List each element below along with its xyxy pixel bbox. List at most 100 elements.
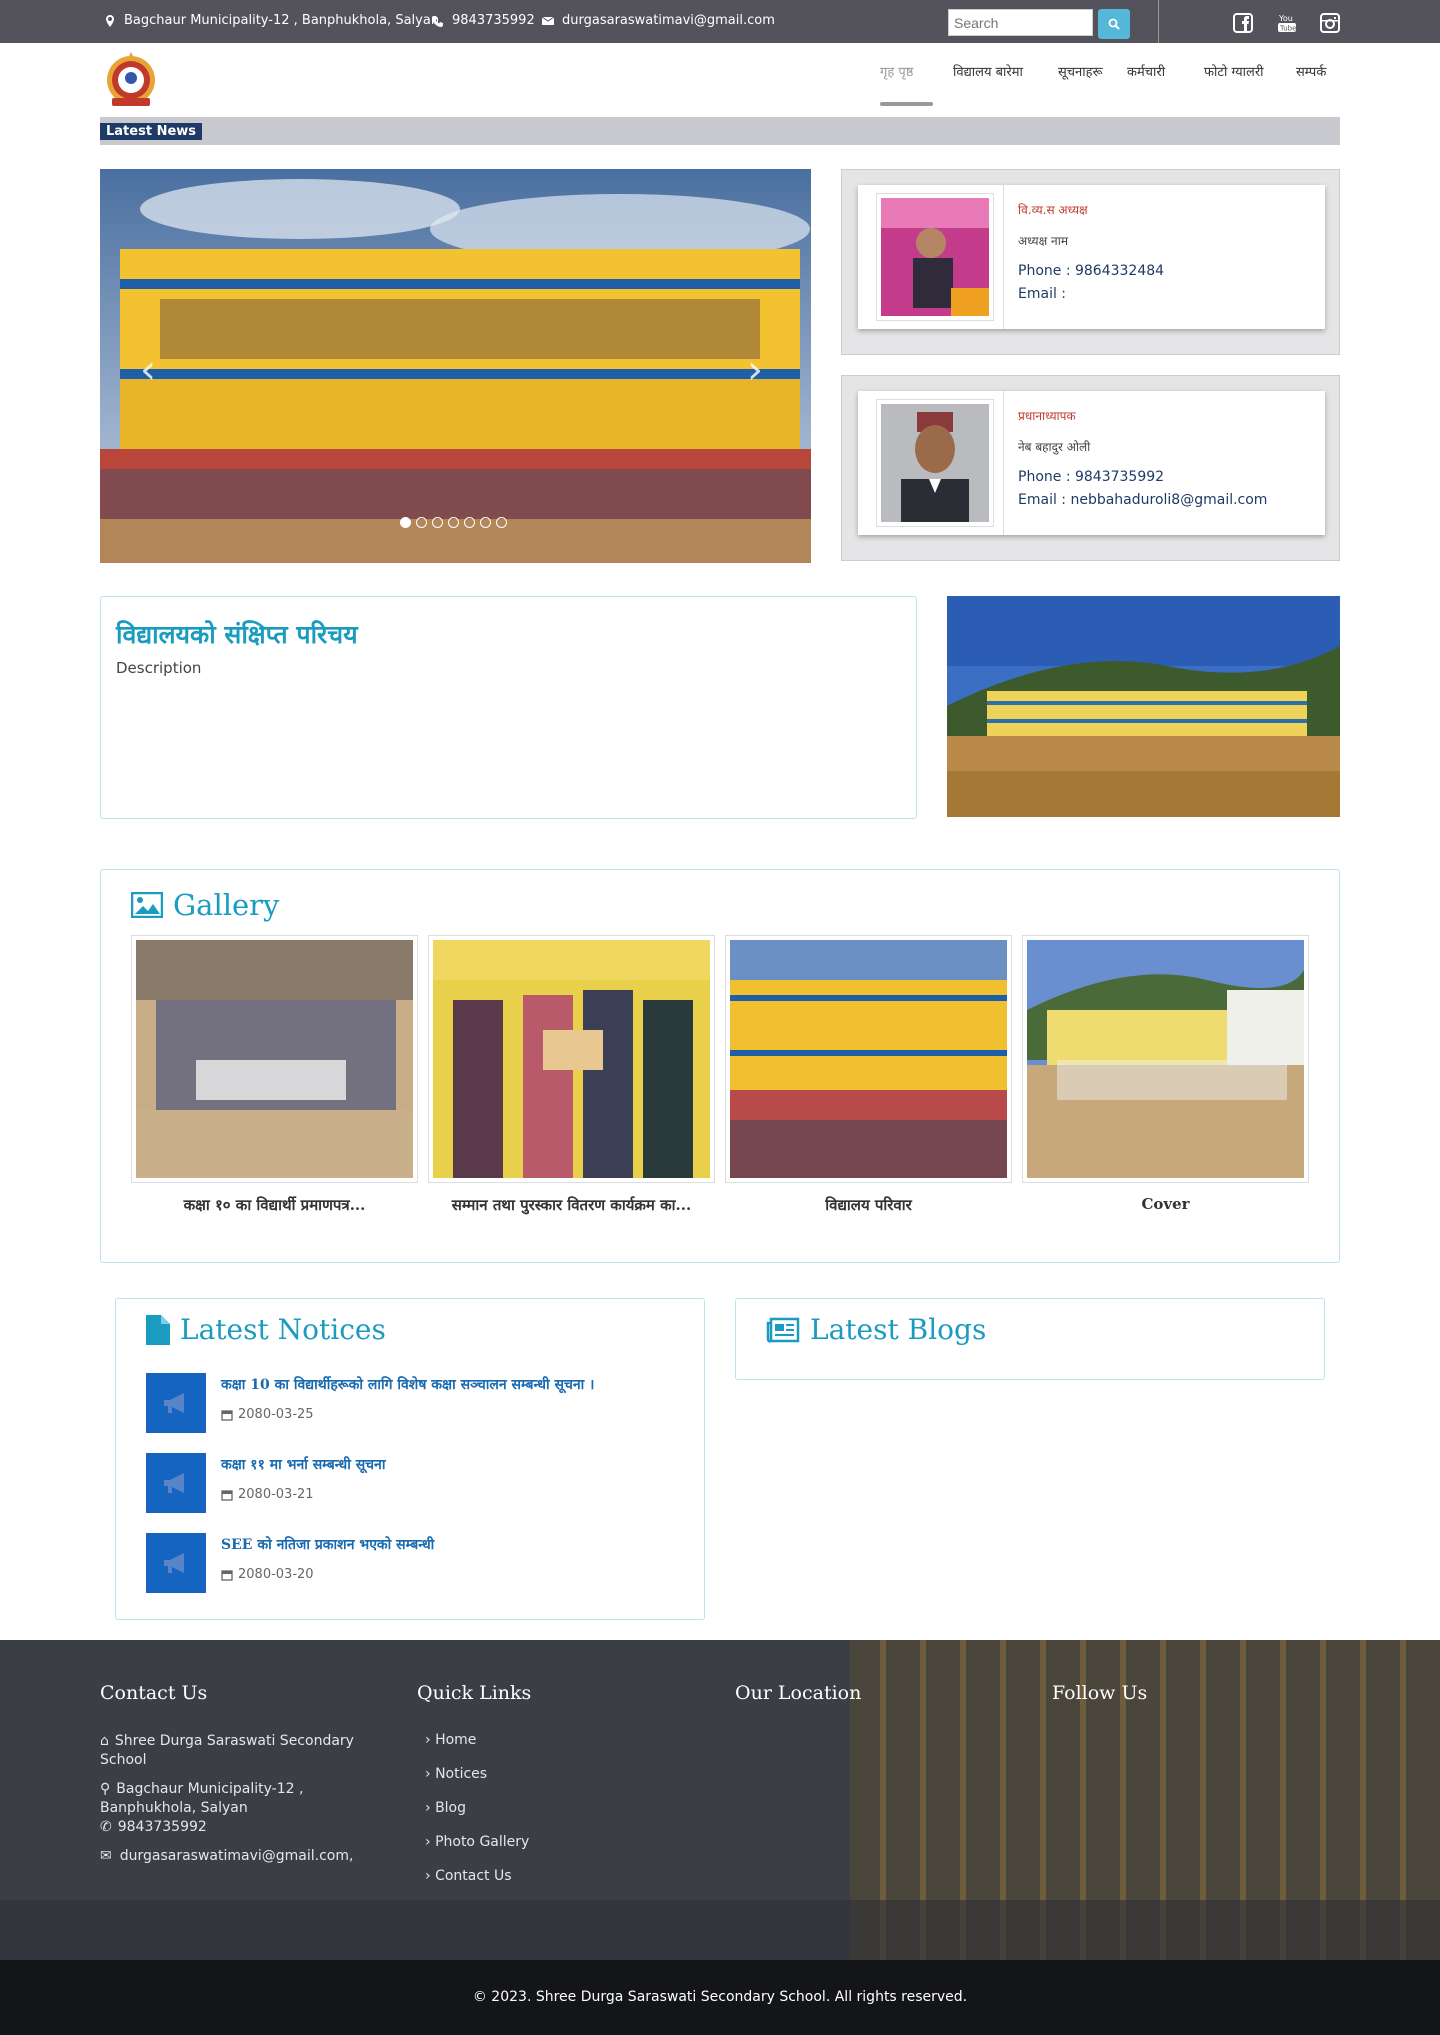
footer-link-blog[interactable]: › Blog — [425, 1800, 466, 1816]
about-description: Description — [116, 659, 202, 677]
notice-date: 2080-03-20 — [221, 1567, 314, 1582]
footer-email-text[interactable]: durgasaraswatimavi@gmail.com, — [120, 1848, 354, 1864]
footer-follow-title: Follow Us — [1052, 1682, 1148, 1704]
notice-thumbnail — [146, 1533, 206, 1593]
copyright-bar: © 2023. Shree Durga Saraswati Secondary … — [0, 1960, 1440, 2035]
carousel-dot[interactable] — [480, 517, 491, 528]
carousel-next-button[interactable]: › — [747, 347, 763, 393]
image-icon — [131, 892, 163, 918]
map-marker-icon — [106, 14, 114, 27]
calendar-icon — [221, 1489, 233, 1501]
notice-date-text: 2080-03-21 — [238, 1487, 314, 1502]
nav-active-indicator — [880, 102, 933, 106]
svg-text:You: You — [1278, 14, 1293, 23]
carousel-dot[interactable] — [496, 517, 507, 528]
notice-date: 2080-03-25 — [221, 1407, 314, 1422]
chevron-right-icon: › — [425, 1732, 431, 1748]
carousel-dot[interactable] — [416, 517, 427, 528]
address-info: Bagchaur Municipality-12 , Banphukhola, … — [104, 13, 439, 28]
nav-staff[interactable]: कर्मचारी — [1127, 62, 1165, 80]
email-info: durgasaraswatimavi@gmail.com — [542, 13, 775, 28]
chairperson-phone: Phone : 9864332484 — [1018, 263, 1165, 279]
notice-item[interactable]: कक्षा ११ मा भर्ना सम्बन्धी सूचना 2080-03… — [146, 1453, 686, 1515]
chevron-right-icon: › — [425, 1834, 431, 1850]
notice-title[interactable]: SEE को नतिजा प्रकाशन भएको सम्बन्धी — [221, 1535, 434, 1554]
carousel-dot[interactable] — [448, 517, 459, 528]
blogs-heading: Latest Blogs — [766, 1313, 986, 1346]
chevron-right-icon: › — [425, 1800, 431, 1816]
footer-link-label[interactable]: Photo Gallery — [435, 1834, 529, 1850]
email-text[interactable]: durgasaraswatimavi@gmail.com — [562, 13, 775, 28]
latest-notices-section: Latest Notices कक्षा 10 का विद्यार्थीहरू… — [115, 1298, 705, 1620]
notice-item[interactable]: SEE को नतिजा प्रकाशन भएको सम्बन्धी 2080-… — [146, 1533, 686, 1595]
about-section: विद्यालयको संक्षिप्त परिचय Description — [100, 596, 917, 819]
footer-address-text: Bagchaur Municipality-12 , Banphukhola, … — [100, 1781, 304, 1816]
hero-carousel[interactable]: ‹ › — [100, 169, 811, 563]
latest-blogs-section: Latest Blogs — [735, 1298, 1325, 1380]
footer-link-label[interactable]: Notices — [435, 1766, 487, 1782]
footer-link-label[interactable]: Home — [435, 1732, 476, 1748]
footer-address: ⚲ Bagchaur Municipality-12 , Banphukhola,… — [100, 1780, 390, 1818]
nav-contact[interactable]: सम्पर्क — [1296, 62, 1326, 80]
principal-name: नेब बहादुर ओली — [1018, 440, 1091, 454]
notice-title[interactable]: कक्षा ११ मा भर्ना सम्बन्धी सूचना — [221, 1455, 385, 1474]
gallery-heading: Gallery — [131, 888, 279, 922]
footer-phone: ✆ 9843735992 — [100, 1818, 207, 1837]
principal-photo — [876, 399, 994, 527]
principal-email[interactable]: Email : nebbahaduroli8@gmail.com — [1018, 492, 1267, 508]
footer-phone-text: 9843735992 — [117, 1819, 207, 1835]
gallery-item[interactable] — [131, 935, 418, 1183]
school-logo[interactable] — [104, 50, 158, 110]
gallery-item[interactable] — [725, 935, 1012, 1183]
megaphone-icon — [164, 1393, 184, 1413]
carousel-dot[interactable] — [432, 517, 443, 528]
calendar-icon — [221, 1409, 233, 1421]
nav-home[interactable]: गृह पृष्ठ — [880, 62, 913, 80]
facebook-icon[interactable] — [1232, 12, 1254, 34]
footer-contact-title: Contact Us — [100, 1682, 208, 1704]
address-text: Bagchaur Municipality-12 , Banphukhola, … — [124, 13, 440, 28]
notice-thumbnail — [146, 1453, 206, 1513]
card-divider — [1003, 185, 1004, 329]
gallery-thumbnail — [1027, 940, 1304, 1178]
footer-link-contact[interactable]: › Contact Us — [425, 1868, 512, 1884]
carousel-dot[interactable] — [400, 517, 411, 528]
news-ticker — [100, 117, 1340, 145]
notice-item[interactable]: कक्षा 10 का विद्यार्थीहरूको लागि विशेष क… — [146, 1373, 686, 1435]
notice-date: 2080-03-21 — [221, 1487, 314, 1502]
nav-gallery[interactable]: फोटो ग्यालरी — [1204, 62, 1264, 80]
gallery-item[interactable] — [428, 935, 715, 1183]
gallery-thumbnail — [136, 940, 413, 1178]
footer-link-notices[interactable]: › Notices — [425, 1766, 487, 1782]
footer-email: ✉ durgasaraswatimavi@gmail.com, — [100, 1847, 353, 1866]
footer-link-label[interactable]: Contact Us — [435, 1868, 511, 1884]
chairperson-title: वि.व्य.स अध्यक्ष — [1018, 203, 1088, 217]
gallery-item[interactable] — [1022, 935, 1309, 1183]
gallery-caption: कक्षा १० का विद्यार्थी प्रमाणपत्र... — [183, 1196, 366, 1214]
school-building-image — [947, 596, 1340, 817]
nav-notices[interactable]: सूचनाहरू — [1058, 62, 1103, 80]
notice-date-text: 2080-03-20 — [238, 1567, 314, 1582]
search-input[interactable] — [948, 9, 1093, 36]
carousel-dot[interactable] — [464, 517, 475, 528]
footer-link-label[interactable]: Blog — [435, 1800, 466, 1816]
instagram-icon[interactable] — [1319, 12, 1341, 34]
search-icon — [1108, 18, 1120, 30]
phone-info: 9843735992 — [432, 13, 535, 28]
topbar-divider — [1158, 0, 1159, 43]
chairperson-card: वि.व्य.स अध्यक्ष अध्यक्ष नाम Phone : 986… — [858, 185, 1325, 329]
file-icon — [146, 1314, 170, 1345]
search-button[interactable] — [1098, 9, 1130, 39]
youtube-icon[interactable]: You Tube — [1276, 12, 1298, 34]
phone-icon — [432, 15, 443, 27]
megaphone-icon — [164, 1553, 184, 1573]
footer-link-gallery[interactable]: › Photo Gallery — [425, 1834, 529, 1850]
phone-text: 9843735992 — [452, 13, 535, 28]
gallery-caption: सम्मान तथा पुरस्कार वितरण कार्यक्रम का..… — [451, 1196, 692, 1214]
chairperson-box: वि.व्य.स अध्यक्ष अध्यक्ष नाम Phone : 986… — [841, 169, 1340, 355]
carousel-indicators — [400, 517, 507, 528]
notice-title[interactable]: कक्षा 10 का विद्यार्थीहरूको लागि विशेष क… — [221, 1375, 594, 1394]
nav-about[interactable]: विद्यालय बारेमा — [953, 62, 1023, 80]
footer-link-home[interactable]: › Home — [425, 1732, 476, 1748]
carousel-prev-button[interactable]: ‹ — [140, 347, 156, 393]
